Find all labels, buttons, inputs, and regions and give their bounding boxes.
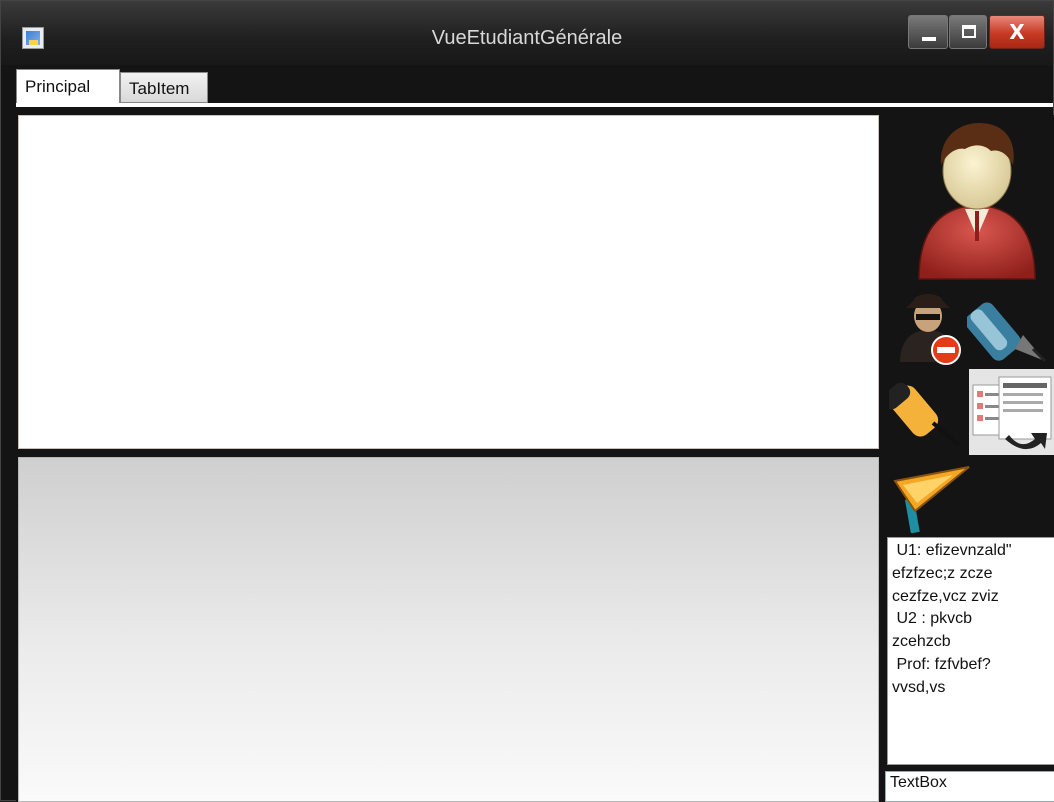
chat-log[interactable]: U1: efizevnzald" efzfzec;z zcze cezfze,v… xyxy=(887,537,1054,765)
maximize-button[interactable] xyxy=(949,15,987,49)
pen-icon[interactable] xyxy=(967,283,1051,367)
tab-strip: Principal TabItem xyxy=(16,66,1053,103)
window-title: VueEtudiantGénérale xyxy=(431,27,623,49)
chat-line: cezfze,vcz zviz xyxy=(892,587,999,605)
maximize-icon xyxy=(962,25,976,38)
tab-principal[interactable]: Principal xyxy=(16,69,120,103)
chat-line: U1: efizevnzald" xyxy=(892,542,1012,559)
main-display-panel[interactable] xyxy=(18,115,879,449)
chat-line: Prof: fzfvbef? xyxy=(892,655,991,673)
tab-tabitem[interactable]: TabItem xyxy=(120,72,208,103)
chat-line: vvsd,vs xyxy=(892,678,946,696)
close-button[interactable]: X xyxy=(989,15,1045,49)
minimize-button[interactable] xyxy=(908,15,948,49)
chat-line: zcehzcb xyxy=(892,633,951,651)
close-icon: X xyxy=(1009,20,1025,44)
message-input[interactable]: TextBox xyxy=(885,771,1054,802)
blocked-user-icon[interactable] xyxy=(894,286,966,366)
chat-line: efzfzec;z zcze xyxy=(892,564,993,582)
minimize-icon xyxy=(922,37,936,41)
title-bar[interactable]: VueEtudiantGénérale X xyxy=(1,1,1053,65)
secondary-panel[interactable] xyxy=(18,457,879,802)
chat-line: U2 : pkvcb xyxy=(892,610,973,628)
flag-icon[interactable] xyxy=(889,461,971,533)
form-icon[interactable] xyxy=(969,369,1054,455)
marker-icon[interactable] xyxy=(889,371,963,449)
main-window: VueEtudiantGénérale X Principal TabItem xyxy=(0,0,1054,802)
user-avatar-icon[interactable] xyxy=(913,119,1041,287)
